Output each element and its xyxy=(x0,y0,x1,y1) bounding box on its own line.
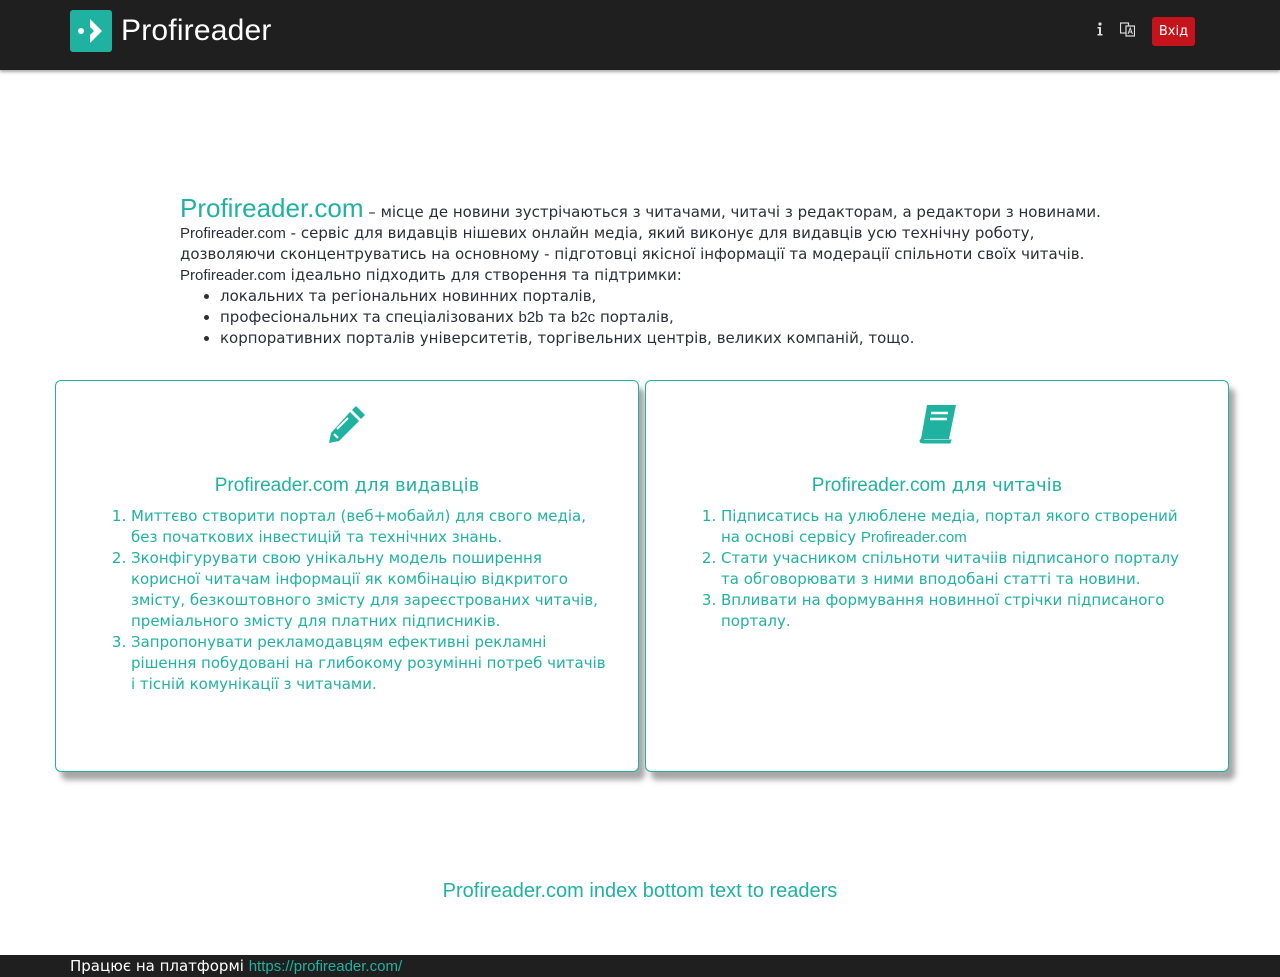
bottom-text: Profireader.com index bottom text to rea… xyxy=(442,880,838,902)
list-item: професіональних та спеціалізованих b2b т… xyxy=(220,307,1120,328)
logo-mark xyxy=(70,10,112,52)
readers-list: Підписатись на улюблене медіа, портал як… xyxy=(721,506,1201,632)
intro-headline: Profireader.com – місце де новини зустрі… xyxy=(180,195,1120,223)
readers-title: Profireader.com для читачів xyxy=(811,475,1063,496)
footer: Працює на платформі https://profireader.… xyxy=(0,955,1280,977)
list-item: Підписатись на улюблене медіа, портал як… xyxy=(721,506,1201,548)
logo-text: Profireader xyxy=(121,14,272,47)
info-icon[interactable] xyxy=(1096,22,1104,40)
publishers-card: Profireader.com для видавців Миттєво ств… xyxy=(55,380,639,772)
list-item: локальних та регіональних новинних порта… xyxy=(220,286,1120,307)
footer-text: Працює на платформі https://profireader.… xyxy=(70,957,403,975)
intro-section: Profireader.com – місце де новини зустрі… xyxy=(180,195,1120,349)
list-item: корпоративних порталів університетів, то… xyxy=(220,328,1120,349)
publishers-title: Profireader.com для видавців xyxy=(214,475,480,496)
top-navbar: Profireader Вхід xyxy=(0,0,1280,70)
footer-link[interactable]: https://profireader.com/ xyxy=(249,958,402,975)
list-item: Зконфігурувати свою унікальну модель пош… xyxy=(131,548,611,632)
intro-tagline: – місце де новини зустрічаються з читача… xyxy=(363,203,1101,221)
intro-suitable: Profireader.com ідеально підходить для с… xyxy=(180,266,682,284)
list-item: Стати учасником спільноти читачіів підпи… xyxy=(721,548,1201,590)
translate-icon[interactable] xyxy=(1119,22,1136,41)
publishers-list: Миттєво створити портал (веб+мобайл) для… xyxy=(131,506,611,695)
book-icon xyxy=(919,405,956,444)
list-item: Запропонувати рекламодавцям ефективні ре… xyxy=(131,632,611,695)
pencil-icon xyxy=(329,406,365,443)
list-item: Миттєво створити портал (веб+мобайл) для… xyxy=(131,506,611,548)
login-button[interactable]: Вхід xyxy=(1152,17,1195,46)
list-item: Впливати на формування новинної стрічки … xyxy=(721,590,1201,632)
readers-card: Profireader.com для читачів Підписатись … xyxy=(645,380,1229,772)
intro-brand: Profireader.com xyxy=(180,193,364,223)
intro-list: локальних та регіональних новинних порта… xyxy=(180,286,1120,349)
logo[interactable]: Profireader xyxy=(70,10,272,52)
intro-paragraph: Profireader.com - сервіс для видавців ні… xyxy=(180,224,1085,263)
